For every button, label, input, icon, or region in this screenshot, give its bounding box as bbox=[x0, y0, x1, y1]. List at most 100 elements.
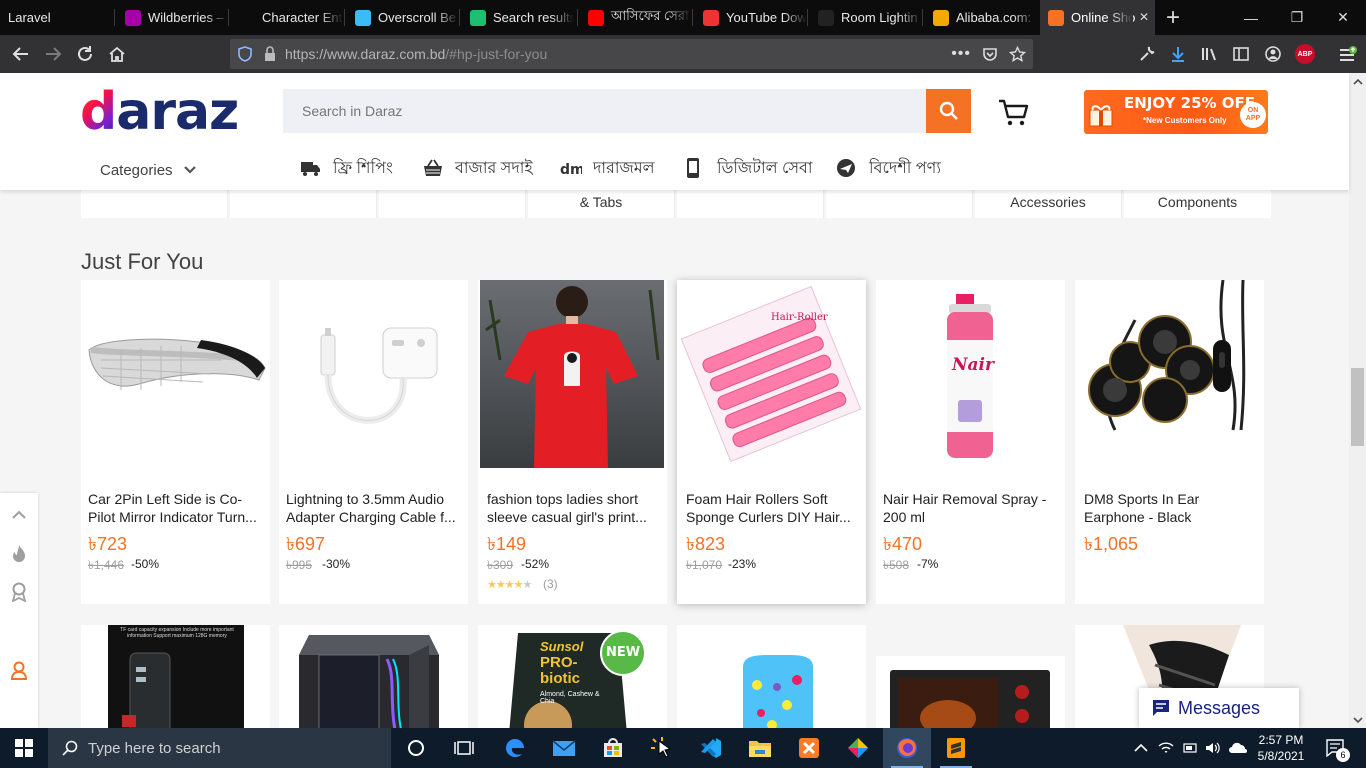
scrollbar-thumb[interactable] bbox=[1351, 368, 1364, 446]
downloads-icon[interactable] bbox=[1169, 45, 1187, 63]
wrench-icon[interactable] bbox=[1138, 45, 1156, 63]
home-button[interactable] bbox=[102, 39, 132, 69]
product-card[interactable]: fashion tops ladies short sleeve casual … bbox=[478, 280, 667, 604]
browser-tab[interactable]: Overscroll Be bbox=[347, 0, 459, 35]
browser-tab[interactable]: Wildberries – bbox=[117, 0, 229, 35]
back-button[interactable] bbox=[6, 39, 36, 69]
app-diamond[interactable] bbox=[834, 728, 882, 768]
product-card[interactable]: Lightning to 3.5mm Audio Adapter Chargin… bbox=[279, 280, 468, 604]
category-cell[interactable] bbox=[81, 190, 228, 218]
product-card[interactable]: NEW Sunsol PRO-biotic Almond, Cashew & C… bbox=[478, 625, 667, 728]
promo-banner[interactable]: ENJOY 25% OFF *New Customers Only ON APP bbox=[1084, 90, 1268, 134]
product-card[interactable]: Nair Nair Hair Removal Spray - 200 ml ৳4… bbox=[876, 280, 1065, 604]
product-card[interactable] bbox=[876, 656, 1065, 728]
product-card[interactable]: TF card capacity expansion Include more … bbox=[81, 625, 270, 728]
browser-tab[interactable]: Laravel bbox=[0, 0, 112, 35]
award-icon bbox=[11, 582, 27, 602]
browser-tab[interactable]: Character Entity R bbox=[231, 0, 343, 35]
browser-tab[interactable]: Alibaba.com: bbox=[925, 0, 1037, 35]
site-header: daraz ENJOY 25% OFF *New Customers Only … bbox=[0, 73, 1349, 190]
bookmark-star-icon[interactable] bbox=[1009, 45, 1026, 63]
folder-icon bbox=[749, 741, 771, 757]
menu-hamburger-icon[interactable] bbox=[1338, 45, 1358, 63]
browser-tab[interactable]: আসিফের সেরা bbox=[580, 0, 692, 35]
library-icon[interactable] bbox=[1200, 45, 1218, 63]
messages-button[interactable]: Messages bbox=[1139, 688, 1299, 728]
pocket-icon[interactable] bbox=[982, 46, 998, 62]
system-clock[interactable]: 2:57 PM 5/8/2021 bbox=[1256, 728, 1306, 768]
browser-tab[interactable]: YouTube Dow bbox=[695, 0, 807, 35]
categories-dropdown[interactable]: Categories bbox=[100, 159, 197, 181]
product-card[interactable]: Hair-Roller Foam Hair Rollers Soft Spong… bbox=[677, 280, 866, 604]
search-button[interactable] bbox=[926, 89, 971, 133]
search-input[interactable] bbox=[283, 89, 926, 133]
file-explorer-app[interactable] bbox=[736, 728, 784, 768]
sublime-app[interactable] bbox=[932, 728, 980, 768]
vscode-app[interactable] bbox=[687, 728, 735, 768]
scroll-up-arrow-icon[interactable] bbox=[1353, 78, 1363, 86]
mail-app[interactable] bbox=[540, 728, 588, 768]
scroll-top-button[interactable] bbox=[0, 496, 38, 534]
close-tab-icon[interactable]: ✕ bbox=[1139, 10, 1149, 24]
account-widget-button[interactable] bbox=[0, 651, 38, 691]
xampp-app[interactable] bbox=[785, 728, 833, 768]
adblock-plus-icon[interactable]: ABP bbox=[1295, 44, 1315, 64]
edge-app[interactable] bbox=[491, 728, 539, 768]
start-button[interactable] bbox=[0, 728, 48, 768]
product-card[interactable]: Car 2Pin Left Side is Co-Pilot Mirror In… bbox=[81, 280, 270, 604]
category-cell[interactable] bbox=[826, 190, 973, 218]
taskbar-search-box[interactable]: Type here to search bbox=[48, 728, 391, 768]
tracking-shield-icon bbox=[238, 46, 252, 62]
product-card[interactable] bbox=[677, 625, 866, 728]
nav-free-shipping[interactable]: ফ্রি শিপিং bbox=[300, 157, 393, 179]
user-icon bbox=[10, 661, 28, 680]
page-actions-icon[interactable]: ••• bbox=[951, 45, 971, 63]
product-card[interactable] bbox=[279, 625, 468, 728]
maximize-button[interactable]: ❐ bbox=[1274, 0, 1320, 35]
product-image bbox=[890, 670, 1050, 728]
account-icon[interactable] bbox=[1264, 45, 1282, 63]
nav-label: ডিজিটাল সেবা bbox=[717, 159, 813, 177]
nav-label: ফ্রি শিপিং bbox=[333, 159, 393, 177]
scroll-down-arrow-icon[interactable] bbox=[1353, 716, 1363, 724]
sidebar-icon[interactable] bbox=[1232, 45, 1250, 63]
forward-button[interactable] bbox=[38, 39, 68, 69]
product-card[interactable]: DM8 Sports In Ear Earphone - Black ৳1,06… bbox=[1075, 280, 1264, 604]
new-tab-button[interactable]: + bbox=[1150, 0, 1196, 35]
reload-icon bbox=[78, 46, 92, 61]
browser-tab[interactable]: Room Lightin bbox=[810, 0, 922, 35]
tray-overflow-chevron-icon[interactable] bbox=[1134, 743, 1148, 753]
category-cell[interactable]: & Tabs bbox=[528, 190, 675, 218]
category-cell[interactable]: Accessories bbox=[975, 190, 1122, 218]
category-cell[interactable] bbox=[230, 190, 377, 218]
firefox-app[interactable] bbox=[883, 728, 931, 768]
daraz-logo[interactable]: daraz bbox=[80, 82, 239, 142]
nav-darazmall[interactable]: dm দারাজমল bbox=[560, 157, 655, 179]
browser-tab[interactable]: Search results bbox=[462, 0, 574, 35]
battery-icon[interactable] bbox=[1182, 741, 1198, 755]
cart-icon[interactable] bbox=[997, 98, 1029, 128]
browser-tab[interactable]: Online Sho ✕ bbox=[1040, 0, 1155, 35]
close-window-button[interactable]: ✕ bbox=[1320, 0, 1366, 35]
cortana-button[interactable] bbox=[392, 728, 440, 768]
task-view-button[interactable] bbox=[440, 728, 488, 768]
store-app[interactable] bbox=[589, 728, 637, 768]
badge-button[interactable] bbox=[0, 573, 38, 611]
wifi-icon[interactable] bbox=[1158, 741, 1174, 755]
snipping-tool-app[interactable] bbox=[638, 728, 686, 768]
minimize-button[interactable]: — bbox=[1228, 0, 1274, 35]
nav-bazar-sodai[interactable]: বাজার সদাই bbox=[422, 157, 533, 179]
nav-digital-sheba[interactable]: ডিজিটাল সেবা bbox=[686, 157, 813, 179]
flash-sale-button[interactable] bbox=[0, 534, 38, 572]
reload-button[interactable] bbox=[70, 39, 100, 69]
product-title: Nair Hair Removal Spray - 200 ml bbox=[883, 491, 1047, 525]
category-cell[interactable] bbox=[379, 190, 526, 218]
volume-icon[interactable] bbox=[1205, 741, 1221, 755]
category-cell[interactable] bbox=[677, 190, 824, 218]
address-bar[interactable]: https://www.daraz.com.bd/#hp-just-for-yo… bbox=[230, 39, 1033, 69]
action-center-button[interactable]: 6 bbox=[1318, 728, 1354, 768]
product-title: DM8 Sports In Ear Earphone - Black bbox=[1084, 491, 1200, 525]
onedrive-icon[interactable] bbox=[1228, 741, 1248, 755]
nav-bideshi-ponno[interactable]: বিদেশী পণ্য bbox=[836, 157, 941, 179]
category-cell[interactable]: Components bbox=[1124, 190, 1271, 218]
